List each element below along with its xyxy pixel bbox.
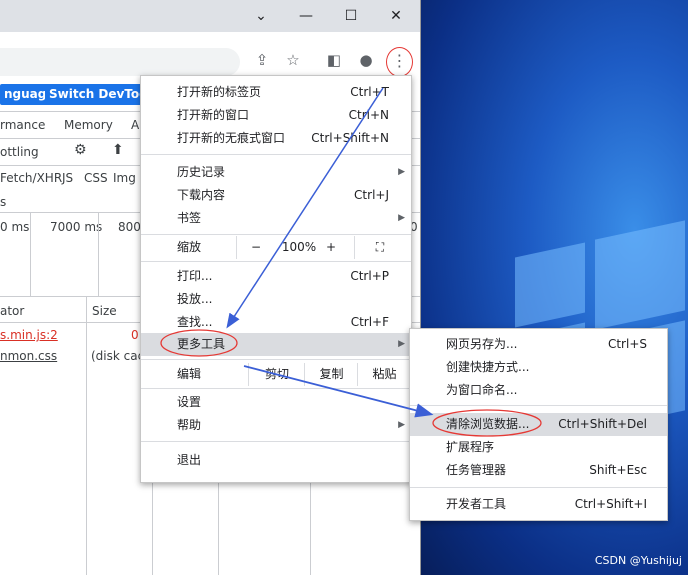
menu-separator [141,388,411,389]
tab-memory[interactable]: Memory [64,118,113,132]
submenu-item-name-window[interactable]: 为窗口命名... [410,379,667,402]
chevron-down-icon[interactable]: ⌄ [250,6,272,26]
watermark: CSDN @Yushijuj [594,554,682,567]
menu-separator [141,234,411,235]
submenu-item-save-as[interactable]: 网页另存为... Ctrl+S [410,333,667,356]
windows-logo-pane [515,242,585,328]
fullscreen-icon[interactable]: ⛶ [354,236,405,259]
misc-label: s [0,195,7,209]
submenu-item-extensions[interactable]: 扩展程序 [410,436,667,459]
menu-separator [410,487,667,488]
more-tools-submenu: 网页另存为... Ctrl+S 创建快捷方式... 为窗口命名... 清除浏览数据… [409,328,668,521]
zoom-out-button[interactable]: − [236,236,275,259]
star-icon[interactable]: ☆ [283,50,303,70]
minimize-icon[interactable]: — [295,6,317,26]
column-size[interactable]: Size [92,304,117,318]
filter-js[interactable]: JS [62,171,73,185]
menu-item-history[interactable]: 历史记录 ▶ [141,161,411,184]
menu-item-bookmarks[interactable]: 书签 ▶ [141,207,411,230]
initiator-link[interactable]: nmon.css [0,349,57,363]
menu-separator [141,154,411,155]
chevron-right-icon: ▶ [398,167,405,177]
timeline-tick: 7000 ms [50,220,103,234]
menu-item-new-tab[interactable]: 打开新的标签页 Ctrl+T [141,81,411,104]
cut-button[interactable]: 剪切 [248,363,305,386]
tab-application[interactable]: A [131,118,139,132]
menu-item-print[interactable]: 打印... Ctrl+P [141,265,411,288]
initiator-link[interactable]: s.min.js:2 [0,328,58,342]
upload-icon[interactable]: ⬆ [112,142,124,158]
submenu-item-developer-tools[interactable]: 开发者工具 Ctrl+Shift+I [410,493,667,516]
chrome-main-menu: 打开新的标签页 Ctrl+T 打开新的窗口 Ctrl+N 打开新的无痕式窗口 Ctrl… [140,75,412,483]
column-divider [86,296,87,575]
menu-item-downloads[interactable]: 下载内容 Ctrl+J [141,184,411,207]
profile-icon[interactable]: ● [356,50,376,70]
zoom-in-button[interactable]: + [316,236,346,259]
menu-separator [141,441,411,442]
filter-css[interactable]: CSS [84,171,108,185]
close-icon[interactable]: ✕ [385,6,407,26]
maximize-icon[interactable]: ☐ [340,6,362,26]
timeline-tick: 800 [118,220,141,234]
menu-item-cast[interactable]: 投放... [141,288,411,311]
side-panel-icon[interactable]: ◧ [324,50,344,70]
table-row[interactable]: s.min.js:2 [0,328,58,342]
windows-logo-pane [595,220,685,330]
address-bar[interactable] [0,48,240,76]
submenu-item-task-manager[interactable]: 任务管理器 Shift+Esc [410,459,667,482]
submenu-item-create-shortcut[interactable]: 创建快捷方式... [410,356,667,379]
menu-kebab-icon[interactable]: ⋮ [386,47,413,77]
share-icon[interactable]: ⇪ [252,50,272,70]
menu-item-settings[interactable]: 设置 [141,391,411,414]
menu-separator [141,261,411,262]
menu-item-edit: 编辑 剪切 复制 粘贴 [141,363,411,386]
menu-item-find[interactable]: 查找... Ctrl+F [141,311,411,334]
menu-item-zoom: 缩放 − 100% + ⛶ [141,236,411,259]
copy-button[interactable]: 复制 [304,363,358,386]
timeline-tick: 0 ms [0,220,30,234]
browser-toolbar: ⇪ ☆ ◧ ● [0,44,420,78]
filter-img[interactable]: Img [113,171,136,185]
menu-item-help[interactable]: 帮助 ▶ [141,414,411,437]
filter-fetch-xhr[interactable]: Fetch/XHR [0,171,62,185]
menu-item-more-tools[interactable]: 更多工具 ▶ [141,333,411,356]
submenu-item-clear-browsing-data[interactable]: 清除浏览数据... Ctrl+Shift+Del [410,413,667,436]
menu-separator [410,405,667,406]
chevron-right-icon: ▶ [398,420,405,430]
menu-item-new-window[interactable]: 打开新的窗口 Ctrl+N [141,104,411,127]
paste-button[interactable]: 粘贴 [357,363,411,386]
size-cell: 0 [131,328,139,342]
table-row[interactable]: nmon.css [0,349,57,363]
column-initiator[interactable]: ator [0,304,24,318]
tab-performance[interactable]: rmance [0,118,45,132]
menu-separator [141,359,411,360]
title-bar: ⌄ — ☐ ✕ [0,0,420,32]
timeline-gridline [98,212,99,296]
timeline-gridline [30,212,31,296]
menu-item-new-incognito[interactable]: 打开新的无痕式窗口 Ctrl+Shift+N [141,127,411,150]
chevron-right-icon: ▶ [398,339,405,349]
menu-item-exit[interactable]: 退出 [141,449,411,472]
chevron-right-icon: ▶ [398,213,405,223]
network-conditions-icon[interactable]: ⚙ [74,142,87,158]
throttling-select[interactable]: ottling [0,145,39,159]
